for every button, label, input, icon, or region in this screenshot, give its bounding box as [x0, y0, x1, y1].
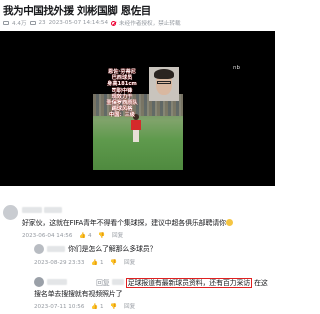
video-overlay-text: 恩佐·芬蒂尼 巴西球员 身高181cm 司职中锋 现效力于 圣保罗西原队 踢球风… [106, 69, 138, 119]
uploader-facecam [149, 67, 179, 101]
avatar[interactable] [34, 244, 44, 254]
like-button[interactable]: 👍 4 [79, 233, 91, 239]
danmaku-count: 23 [38, 20, 46, 26]
reply-button[interactable]: 回复 [124, 258, 135, 266]
username-blurred[interactable] [22, 207, 42, 213]
reply-text-tail: 在这 [254, 279, 268, 287]
dislike-button[interactable]: 👎 [98, 233, 105, 239]
dislike-button[interactable]: 👎 [110, 304, 117, 310]
repost-notice: 未经作者授权，禁止转载 [119, 21, 181, 27]
avatar[interactable] [3, 205, 18, 220]
reply-time: 2023-08-29 23:33 [34, 260, 85, 266]
reply-text: 你们是怎么了解那么多球员？ [68, 245, 157, 253]
reply-meta: 2023-08-29 23:33 👍 1 👎 回复 [34, 258, 135, 266]
comment-text: 好家伙，这就在FIFA青年不得看个集球探，建议中超各俱乐部聘请你 [22, 218, 233, 228]
comment-meta: 2023-06-04 14:56 👍 4 👎 回复 [22, 231, 123, 239]
mention-blurred[interactable] [111, 279, 124, 285]
play-count-icon [3, 21, 9, 25]
like-button[interactable]: 👍 1 [91, 304, 103, 310]
no-repost-icon [111, 20, 117, 26]
reply-meta: 2023-07-11 10:56 👍 1 👎 回复 [34, 302, 135, 310]
user-badge-blurred [44, 207, 62, 213]
dislike-button[interactable]: 👎 [110, 260, 117, 266]
reply-button[interactable]: 回复 [124, 302, 135, 310]
comment-time: 2023-06-04 14:56 [22, 233, 73, 239]
video-meta: 4.4万 23 2023-05-07 14:14:54 未经作者授权，禁止转载 [3, 19, 181, 27]
laugh-emoji-icon [225, 219, 233, 226]
reply-button[interactable]: 回复 [112, 231, 123, 239]
reply-label: 回复 [96, 279, 110, 287]
reply-time: 2023-07-11 10:56 [34, 304, 85, 310]
video-player[interactable]: 恩佐·芬蒂尼 巴西球员 身高181cm 司职中锋 现效力于 圣保罗西原队 踢球风… [0, 31, 275, 186]
view-count: 4.4万 [12, 21, 27, 27]
reply-text-continuation: 搜名单去搜搜就有视频照片了 [34, 290, 123, 298]
username-blurred[interactable] [47, 279, 67, 285]
like-button[interactable]: 👍 1 [91, 260, 103, 266]
danmaku-icon [29, 21, 36, 25]
video-watermark: nb [233, 65, 240, 71]
avatar[interactable] [34, 277, 44, 287]
username-blurred[interactable] [47, 246, 65, 252]
publish-datetime: 2023-05-07 14:14:54 [48, 20, 109, 26]
highlighted-text: 足球报道有最新球员资料，还有百力采访 [125, 278, 253, 288]
video-title: 我为中国找外援 刘彬国脚 恩佐目 [3, 5, 151, 17]
reply-text: 回复 足球报道有最新球员资料，还有百力采访 在这 [96, 278, 268, 288]
